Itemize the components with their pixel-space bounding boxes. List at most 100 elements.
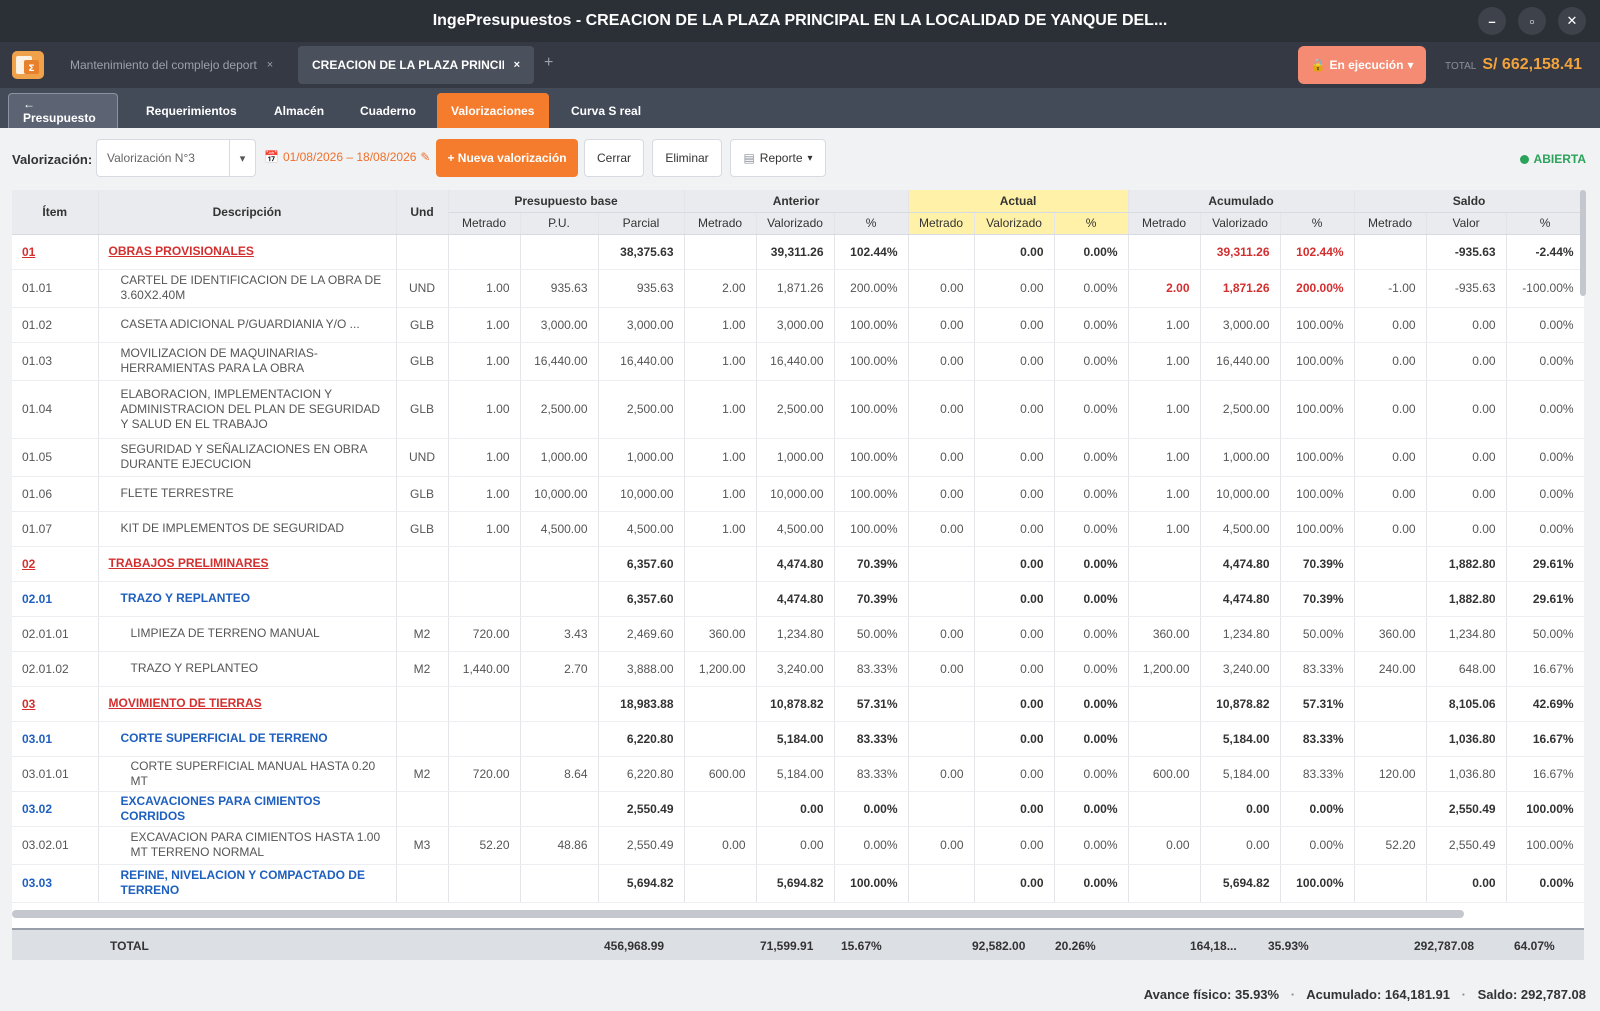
report-dropdown-button[interactable]: ▤ Reporte ▾	[730, 139, 826, 177]
table-row[interactable]: 01.01 CARTEL DE IDENTIFICACION DE LA OBRA…	[12, 269, 1584, 308]
cell-value[interactable]: 10,000.00	[1200, 476, 1281, 512]
cell-value[interactable]: 102.44%	[834, 234, 909, 270]
table-row[interactable]: 03.02 EXCAVACIONES PARA CIMIENTOS CORRIDO…	[12, 791, 1584, 827]
cell-value[interactable]: 70.39%	[834, 546, 909, 582]
cell-value[interactable]: 0.00	[974, 651, 1055, 687]
cell-value[interactable]	[1354, 581, 1427, 617]
cell-value[interactable]: 0.00	[974, 616, 1055, 652]
cell-value[interactable]	[1128, 686, 1201, 722]
cell-value[interactable]	[684, 546, 757, 582]
cell-value[interactable]: 2,550.49	[598, 826, 685, 865]
cell-value[interactable]: 0.00%	[1280, 791, 1355, 827]
cell-value[interactable]: 83.33%	[1280, 651, 1355, 687]
cell-value[interactable]: 935.63	[598, 269, 685, 308]
cell-value[interactable]: 1,871.26	[756, 269, 835, 308]
cell-value[interactable]	[1354, 791, 1427, 827]
cell-value[interactable]: 5,184.00	[1200, 756, 1281, 792]
cell-value[interactable]: 83.33%	[1280, 756, 1355, 792]
cell-value[interactable]: 0.00%	[1054, 826, 1129, 865]
cell-value[interactable]: 2,469.60	[598, 616, 685, 652]
cell-value[interactable]: 83.33%	[1280, 721, 1355, 757]
cell-value[interactable]: 1.00	[448, 307, 521, 343]
cell-value[interactable]	[520, 721, 599, 757]
cell-value[interactable]: 2.00	[684, 269, 757, 308]
cell-value[interactable]: 0.00	[908, 380, 975, 439]
cell-value[interactable]: 0.00	[908, 826, 975, 865]
cell-value[interactable]: 0.00%	[1506, 307, 1584, 343]
cell-value[interactable]: 2.00	[1128, 269, 1201, 308]
cell-value[interactable]: 0.00	[1128, 826, 1201, 865]
cell-value[interactable]: 1.00	[1128, 438, 1201, 477]
cell-value[interactable]: 48.86	[520, 826, 599, 865]
cell-value[interactable]: 3,240.00	[1200, 651, 1281, 687]
cell-value[interactable]: 42.69%	[1506, 686, 1584, 722]
cell-value[interactable]: 0.00	[974, 546, 1055, 582]
cell-value[interactable]	[448, 581, 521, 617]
cell-value[interactable]: 0.00	[974, 234, 1055, 270]
cell-value[interactable]: 1,440.00	[448, 651, 521, 687]
cell-value[interactable]: 1,036.80	[1426, 756, 1507, 792]
cell-value[interactable]	[448, 234, 521, 270]
cell-value[interactable]	[908, 686, 975, 722]
cell-value[interactable]: 1.00	[684, 511, 757, 547]
cell-value[interactable]: 0.00%	[1280, 826, 1355, 865]
cell-value[interactable]: 0.00	[1426, 476, 1507, 512]
cell-value[interactable]: 50.00%	[834, 616, 909, 652]
cell-value[interactable]: 18,983.88	[598, 686, 685, 722]
cell-value[interactable]: 2,500.00	[756, 380, 835, 439]
cell-value[interactable]	[1128, 234, 1201, 270]
cell-value[interactable]	[1128, 791, 1201, 827]
cell-value[interactable]: 0.00%	[1054, 756, 1129, 792]
cell-value[interactable]: 6,220.80	[598, 721, 685, 757]
cell-value[interactable]: 16,440.00	[756, 342, 835, 381]
cell-value[interactable]: 1,871.26	[1200, 269, 1281, 308]
cell-value[interactable]	[448, 546, 521, 582]
cell-value[interactable]: -935.63	[1426, 234, 1507, 270]
cell-value[interactable]	[448, 791, 521, 827]
cell-value[interactable]: 0.00%	[1054, 721, 1129, 757]
cell-value[interactable]: -2.44%	[1506, 234, 1584, 270]
cell-value[interactable]: 1,200.00	[684, 651, 757, 687]
cell-value[interactable]	[684, 864, 757, 903]
table-row[interactable]: 01.06 FLETE TERRESTRE GLB 1.00 10,000.00 10,0…	[12, 476, 1584, 512]
table-row[interactable]: 01.07 KIT DE IMPLEMENTOS DE SEGURIDAD GLB 1…	[12, 511, 1584, 547]
cell-value[interactable]: 29.61%	[1506, 546, 1584, 582]
cell-value[interactable]	[1128, 546, 1201, 582]
table-row[interactable]: 03.01.01 CORTE SUPERFICIAL MANUAL HASTA 0…	[12, 756, 1584, 792]
date-range[interactable]: 📅 01/08/2026 – 18/08/2026 ✎	[264, 150, 430, 164]
cell-value[interactable]: 1.00	[684, 476, 757, 512]
cell-value[interactable]: 100.00%	[834, 307, 909, 343]
cell-value[interactable]	[520, 791, 599, 827]
cell-value[interactable]: 3,240.00	[756, 651, 835, 687]
table-row[interactable]: 02.01.02 TRAZO Y REPLANTEO M2 1,440.00 2.70 3…	[12, 651, 1584, 687]
cell-value[interactable]: 0.00	[1426, 342, 1507, 381]
cell-value[interactable]: 4,474.80	[1200, 546, 1281, 582]
cell-value[interactable]: 0.00	[974, 721, 1055, 757]
cell-value[interactable]: 0.00	[908, 651, 975, 687]
cell-value[interactable]: 0.00	[974, 307, 1055, 343]
table-row[interactable]: 01.03 MOVILIZACION DE MAQUINARIAS-HERRAMI…	[12, 342, 1584, 381]
cell-value[interactable]: 0.00	[1426, 307, 1507, 343]
cell-value[interactable]: 4,500.00	[520, 511, 599, 547]
cell-value[interactable]: 0.00%	[834, 791, 909, 827]
cell-value[interactable]: 0.00%	[1054, 511, 1129, 547]
cell-value[interactable]: 0.00%	[1054, 864, 1129, 903]
cell-value[interactable]: 0.00	[974, 826, 1055, 865]
cell-value[interactable]: -1.00	[1354, 269, 1427, 308]
cell-value[interactable]: 0.00	[1354, 307, 1427, 343]
cell-value[interactable]: 0.00%	[1054, 307, 1129, 343]
cell-value[interactable]: 29.61%	[1506, 581, 1584, 617]
cell-value[interactable]: 100.00%	[834, 864, 909, 903]
cell-value[interactable]: 3.43	[520, 616, 599, 652]
cell-value[interactable]: 70.39%	[834, 581, 909, 617]
cell-value[interactable]: 0.00	[974, 756, 1055, 792]
cell-value[interactable]	[1354, 864, 1427, 903]
cell-value[interactable]: 600.00	[1128, 756, 1201, 792]
cell-value[interactable]: 0.00	[684, 826, 757, 865]
status-dropdown-button[interactable]: 🔒 En ejecución ▾	[1298, 46, 1426, 84]
cell-value[interactable]: 2,550.49	[598, 791, 685, 827]
cell-value[interactable]: 720.00	[448, 756, 521, 792]
cell-value[interactable]: 100.00%	[1506, 826, 1584, 865]
cell-value[interactable]: 0.00	[974, 269, 1055, 308]
cell-value[interactable]: 100.00%	[1280, 342, 1355, 381]
